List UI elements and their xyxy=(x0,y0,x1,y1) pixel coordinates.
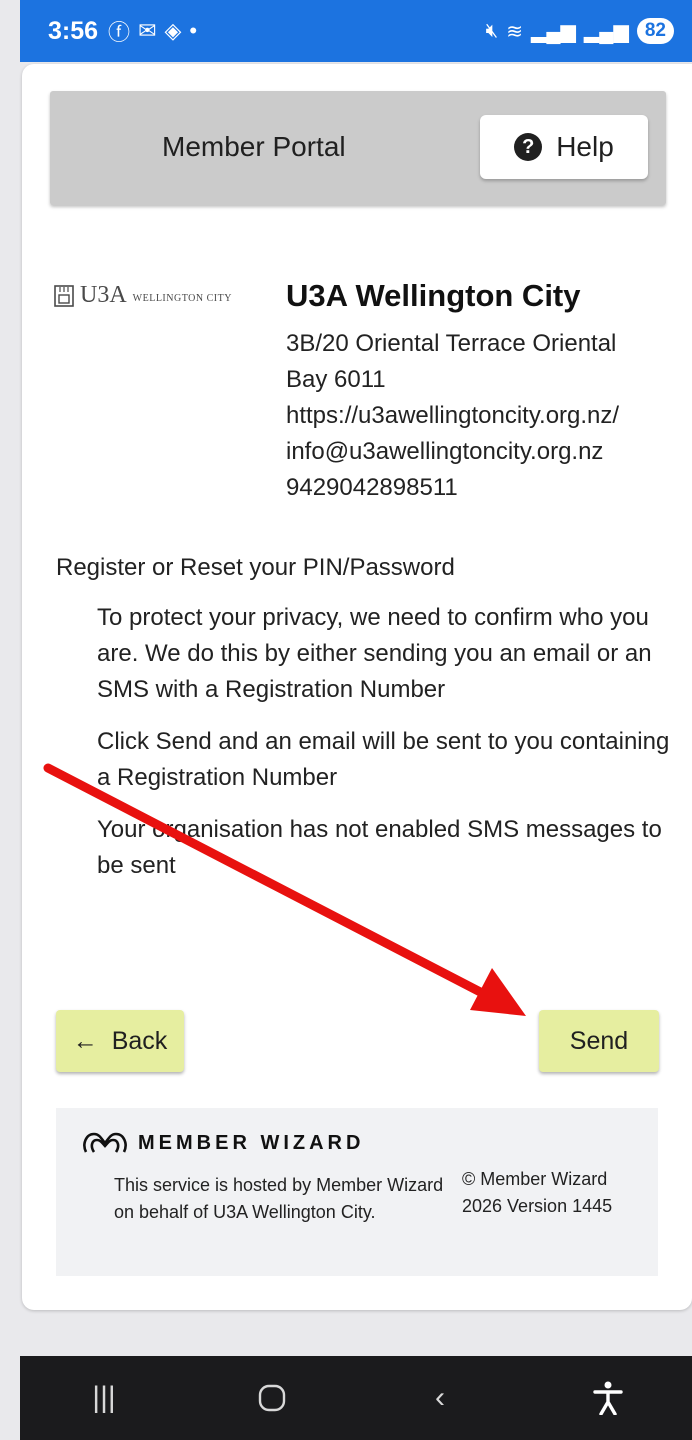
privacy-paragraph: To protect your privacy, we need to conf… xyxy=(97,604,652,703)
app-icon: ◈ xyxy=(164,18,182,43)
mute-icon: 🔇︎ xyxy=(485,19,499,42)
help-button[interactable]: ? Help xyxy=(480,115,648,179)
status-bar: 3:56 ⓕ ✉ ◈ • 🔇︎ ≋ ▂▄▆ ▂▄▆ 82 xyxy=(20,0,692,62)
signal-icon: ▂▄▆ xyxy=(530,20,576,43)
org-address-line1: 3B/20 Oriental Terrace Oriental xyxy=(286,330,617,357)
facebook-icon: ⓕ xyxy=(108,20,131,45)
status-right: 🔇︎ ≋ ▂▄▆ ▂▄▆ 82 xyxy=(486,18,674,44)
org-website[interactable]: https://u3awellingtoncity.org.nz/ xyxy=(286,398,619,434)
u3a-logo-icon xyxy=(54,284,74,307)
section-title: Register or Reset your PIN/Password xyxy=(56,554,455,581)
home-icon xyxy=(258,1384,286,1412)
logo-subtext: WELLINGTON CITY xyxy=(132,293,232,304)
status-time: 3:56 xyxy=(48,16,99,45)
back-nav-button[interactable]: ‹ xyxy=(400,1368,480,1428)
hosted-note: This service is hosted by Member Wizard … xyxy=(114,1175,444,1222)
member-wizard-logo: MEMBER WIZARD xyxy=(82,1130,364,1156)
gmail-icon: ✉ xyxy=(138,18,157,43)
send-paragraph: Click Send and an email will be sent to … xyxy=(97,728,670,791)
logo-text: U3A xyxy=(80,282,127,308)
org-name: U3A Wellington City xyxy=(286,278,581,313)
signal-icon: ▂▄▆ xyxy=(583,20,629,43)
recent-apps-icon: ||| xyxy=(92,1381,116,1414)
back-nav-icon: ‹ xyxy=(435,1381,445,1414)
battery-indicator: 82 xyxy=(636,18,674,44)
send-button[interactable]: Send xyxy=(539,1010,659,1072)
member-wizard-brand: MEMBER WIZARD xyxy=(138,1131,365,1154)
wifi-icon: ≋ xyxy=(506,20,523,43)
org-details: 3B/20 Oriental Terrace Oriental Bay 6011… xyxy=(286,326,619,506)
instructions: To protect your privacy, we need to conf… xyxy=(97,600,687,900)
help-label: Help xyxy=(556,131,614,162)
member-wizard-icon xyxy=(83,1132,127,1153)
org-email[interactable]: info@u3awellingtoncity.org.nz xyxy=(286,434,619,470)
footer: MEMBER WIZARD This service is hosted by … xyxy=(56,1108,658,1276)
header-bar: Member Portal ? Help xyxy=(50,91,666,205)
recent-apps-button[interactable]: ||| xyxy=(64,1368,144,1428)
system-nav-bar: ||| ‹ xyxy=(20,1356,692,1440)
page-title: Member Portal xyxy=(162,131,346,162)
copyright-note: © Member Wizard 2026 Version 1445 xyxy=(462,1169,613,1216)
portal-card: Member Portal ? Help U3A WELLINGTON CITY… xyxy=(22,64,692,1310)
question-icon: ? xyxy=(514,133,543,161)
status-left: 3:56 ⓕ ✉ ◈ • xyxy=(48,15,197,47)
accessibility-button[interactable] xyxy=(568,1368,648,1428)
dot-icon: • xyxy=(189,18,198,43)
back-label: Back xyxy=(111,1026,168,1055)
org-phone: 9429042898511 xyxy=(286,474,458,501)
arrow-left-icon: ← xyxy=(72,1026,98,1055)
home-button[interactable] xyxy=(232,1368,312,1428)
status-notification-icons: ⓕ ✉ ◈ • xyxy=(108,15,197,47)
org-address-line2: Bay 6011 xyxy=(286,366,386,393)
org-logo: U3A WELLINGTON CITY xyxy=(54,282,232,309)
accessibility-icon xyxy=(593,1381,623,1415)
back-button[interactable]: ← Back xyxy=(56,1010,184,1072)
sms-paragraph: Your organisation has not enabled SMS me… xyxy=(97,816,662,879)
